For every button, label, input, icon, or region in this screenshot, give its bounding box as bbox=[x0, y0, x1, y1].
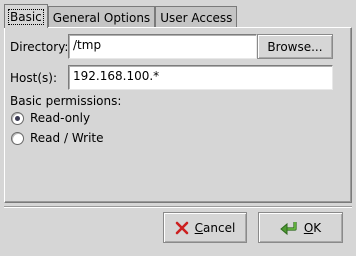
tab-basic[interactable]: Basic bbox=[4, 4, 48, 28]
hosts-label: Host(s): bbox=[10, 71, 57, 85]
tab-general-options[interactable]: General Options bbox=[47, 6, 156, 28]
tab-basic-label: Basic bbox=[8, 8, 44, 25]
radio-read-only-indicator[interactable] bbox=[11, 111, 24, 125]
ok-button[interactable]: OK bbox=[258, 212, 343, 243]
radio-read-write-label: Read / Write bbox=[30, 131, 104, 145]
radio-read-only-label: Read-only bbox=[30, 111, 91, 125]
tab-user-access[interactable]: User Access bbox=[155, 6, 238, 28]
nfs-share-dialog: Basic General Options User Access Direct… bbox=[0, 0, 356, 256]
tab-bar: Basic General Options User Access bbox=[4, 4, 238, 28]
green-return-arrow-icon bbox=[280, 221, 297, 235]
radio-read-write-indicator[interactable] bbox=[11, 131, 24, 145]
button-area-separator bbox=[4, 206, 352, 208]
red-x-icon bbox=[175, 221, 188, 234]
tab-general-options-label: General Options bbox=[52, 10, 151, 25]
radio-read-only[interactable]: Read-only bbox=[11, 111, 90, 125]
basic-tab-panel: Directory: /tmp Browse... Host(s): 192.1… bbox=[4, 27, 352, 203]
browse-button[interactable]: Browse... bbox=[257, 34, 333, 59]
directory-field[interactable]: /tmp bbox=[68, 34, 257, 59]
ok-button-label: OK bbox=[303, 220, 322, 235]
browse-button-label: Browse... bbox=[267, 39, 323, 54]
cancel-button[interactable]: Cancel bbox=[163, 212, 247, 243]
directory-label: Directory: bbox=[10, 40, 69, 54]
basic-permissions-heading: Basic permissions: bbox=[10, 94, 122, 108]
cancel-button-label: Cancel bbox=[194, 220, 236, 235]
hosts-field[interactable]: 192.168.100.* bbox=[68, 65, 333, 90]
tab-user-access-label: User Access bbox=[160, 10, 233, 25]
radio-read-write[interactable]: Read / Write bbox=[11, 131, 104, 145]
